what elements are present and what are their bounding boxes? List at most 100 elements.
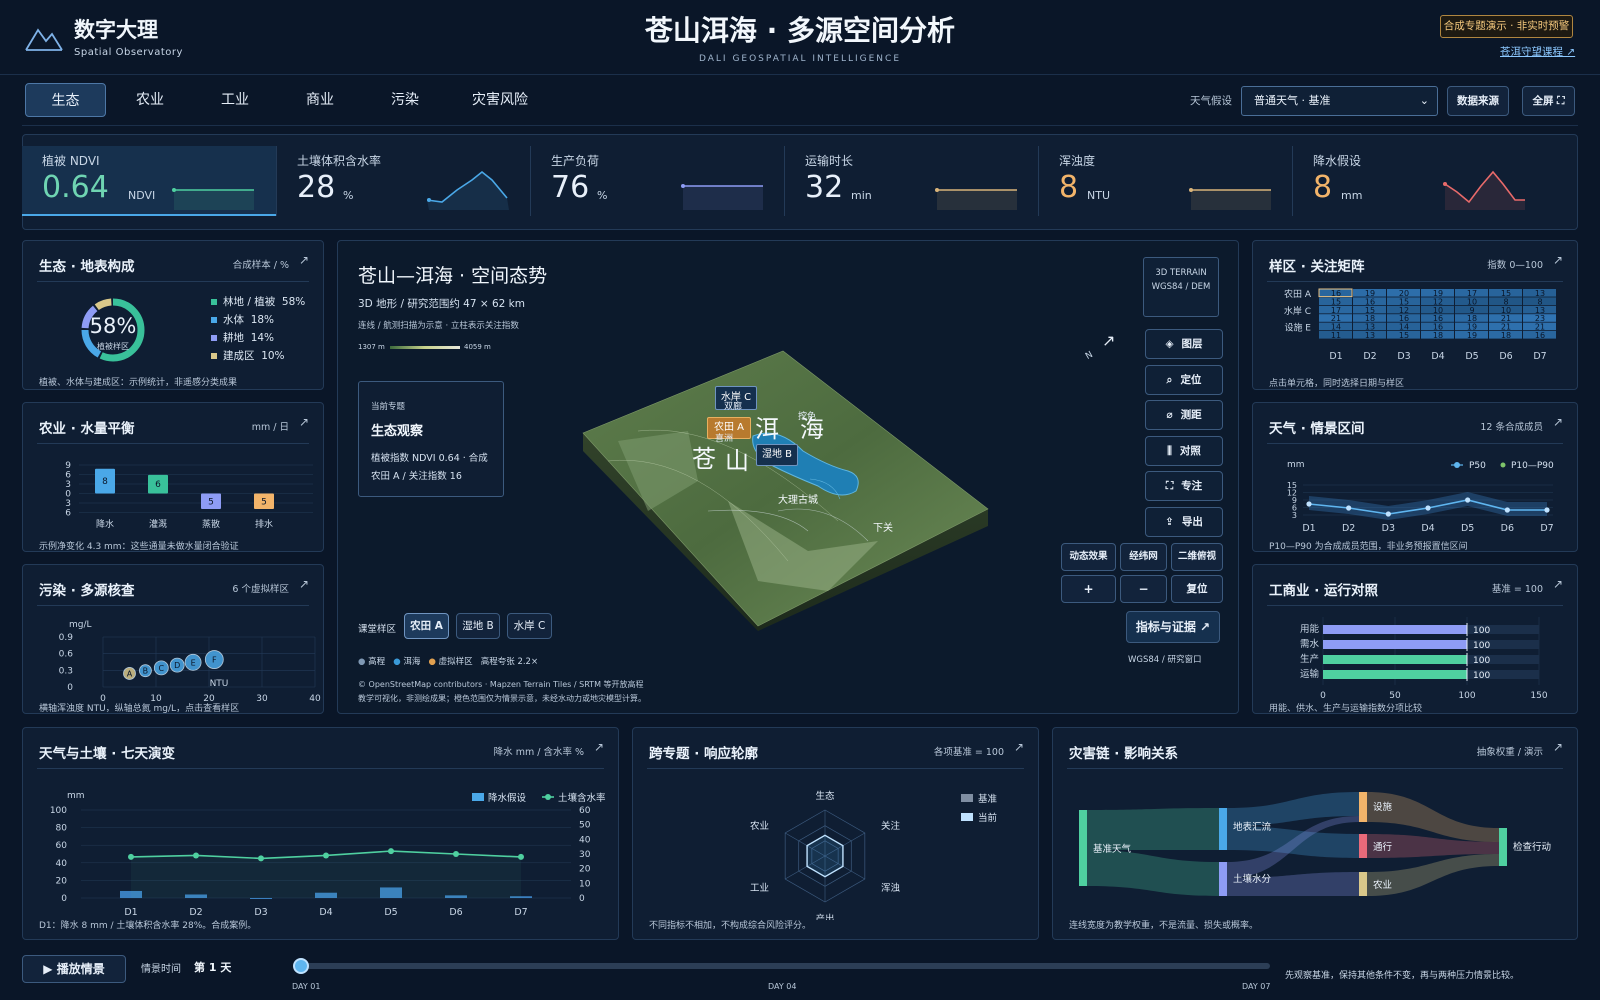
zoom-out-button[interactable]: −	[1120, 575, 1167, 603]
kpi-sparkline	[1443, 170, 1525, 210]
kpi-sparkline	[1189, 188, 1271, 210]
p50-point	[1346, 505, 1352, 511]
legend-base-icon	[961, 794, 973, 802]
zoom-in-button[interactable]: +	[1061, 575, 1116, 603]
map-subtitle: 3D 地形 / 研究范围约 47 × 62 km	[358, 298, 525, 310]
tab-commerce[interactable]: 商业	[290, 83, 350, 117]
measure-button[interactable]: ⌀ 测距	[1145, 400, 1223, 430]
industry-bar	[1323, 640, 1467, 649]
expand-icon[interactable]: ↗	[1553, 740, 1563, 754]
matrix-title: 样区 · 关注矩阵	[1269, 259, 1365, 275]
industry-panel: 工商业 · 运行对照 基准 = 100 ↗ 0 50 100 150 用能 100 需水 10…	[1252, 564, 1578, 714]
legend-rain-label: 降水假设	[488, 792, 527, 804]
kpi-card[interactable]: 降水假设 8 mm	[1292, 146, 1546, 216]
x-tick-label: D1	[1302, 523, 1315, 534]
layers-button[interactable]: ◈ 图层	[1145, 329, 1223, 359]
bar-label: 用能	[1300, 623, 1320, 635]
sample-shidi-b-button[interactable]: 湿地 B	[456, 613, 500, 639]
y-tick-label: 3	[65, 499, 71, 509]
timeline-track[interactable]	[300, 963, 1270, 969]
focus-button[interactable]: ⛶ 专注	[1145, 471, 1223, 501]
export-button[interactable]: ⇪ 导出	[1145, 506, 1223, 537]
sample-nongtian-a-button[interactable]: 农田 A	[404, 613, 449, 639]
data-source-button[interactable]: 数据来源	[1447, 86, 1509, 116]
kpi-unit: %	[597, 189, 608, 202]
pollution-unit: 6 个虚拟样区	[232, 584, 289, 595]
heatmap-col-label: D4	[1431, 351, 1444, 362]
legend-soil-label: 土壤含水率	[558, 792, 606, 804]
bar-label: 生产	[1300, 653, 1319, 665]
p50-point	[1425, 505, 1431, 511]
theme-card-title: 生态观察	[371, 424, 424, 439]
kpi-value: 76	[551, 170, 590, 205]
course-link[interactable]: 苍洱守望课程 ↗	[1500, 44, 1575, 59]
tab-pollution[interactable]: 污染	[375, 83, 435, 117]
radar-axis-label: 工业	[750, 883, 769, 894]
pollution-footnote: 横轴浑浊度 NTU，纵轴总氮 mg/L，点击查看样区	[39, 704, 240, 713]
heatmap-value: 18	[1501, 331, 1511, 340]
heatmap-value: 13	[1365, 331, 1375, 340]
compare-button[interactable]: ⫼ 对照	[1145, 435, 1223, 466]
elevation-scale-max: 4059 m	[464, 343, 491, 351]
soil-point	[453, 851, 459, 857]
place-er: 洱	[755, 415, 779, 443]
play-scenario-button[interactable]: ▶ 播放情景	[22, 955, 126, 983]
top-down-view-button[interactable]: 二维俯视	[1171, 543, 1223, 571]
marker-shidi-b[interactable]: 湿地 B	[756, 444, 798, 466]
elevation-scale-bar	[390, 346, 460, 349]
map-title: 苍山—洱海 · 空间态势	[358, 265, 548, 287]
graticule-button[interactable]: 经纬网	[1120, 543, 1167, 571]
x-tick-label: 0	[1320, 691, 1326, 701]
kpi-card[interactable]: 土壤体积含水率 28 %	[276, 146, 530, 216]
heatmap-row-label: 水岸 C	[1284, 305, 1311, 317]
heatmap-col-label: D2	[1363, 351, 1376, 362]
x-tick-label: 150	[1530, 691, 1547, 701]
kpi-card[interactable]: 生产负荷 76 %	[530, 146, 784, 216]
eco-legend-item: 建成区 10%	[211, 348, 285, 363]
kpi-card[interactable]: 植被 NDVI 0.64 NDVI	[22, 146, 276, 216]
kpi-sparkline	[427, 170, 509, 210]
expand-icon[interactable]: ↗	[594, 740, 604, 754]
pollution-title: 污染 · 多源核查	[39, 583, 135, 599]
radar-unit: 各项基准 = 100	[933, 747, 1004, 758]
p50-point	[1504, 507, 1510, 513]
tab-agriculture[interactable]: 农业	[120, 83, 180, 117]
reset-view-button[interactable]: 复位	[1171, 575, 1223, 603]
legend-elevation: 高程	[368, 657, 386, 667]
sankey-node	[1499, 828, 1507, 866]
expand-icon[interactable]: ↗	[1553, 253, 1563, 267]
weather-select[interactable]: 普通天气 · 基准 ⌄	[1241, 86, 1438, 116]
kpi-card[interactable]: 浑浊度 8 NTU	[1038, 146, 1292, 216]
dynamic-effects-button[interactable]: 动态效果	[1061, 543, 1116, 571]
expand-icon[interactable]: ↗	[299, 253, 309, 267]
expand-icon[interactable]: ↗	[1014, 740, 1024, 754]
expand-icon[interactable]: ↗	[299, 415, 309, 429]
eco-legend-value: 18%	[250, 314, 275, 326]
heatmap-value: 18	[1433, 331, 1443, 340]
tab-ecology[interactable]: 生态	[25, 83, 106, 117]
radar-axis-label: 产出	[815, 913, 834, 920]
kpi-card[interactable]: 运输时长 32 min	[784, 146, 1038, 216]
sparkline-area	[427, 172, 509, 210]
legend-dot-icon: ●	[393, 657, 401, 667]
brand-subtitle: Spatial Observatory	[74, 47, 183, 58]
tab-industry[interactable]: 工业	[205, 83, 265, 117]
expand-icon[interactable]: ↗	[1553, 415, 1563, 429]
sparkline-dot	[681, 184, 685, 188]
terrain-badge: 3D TERRAIN WGS84 / DEM	[1143, 257, 1219, 317]
legend-dot-icon: ●	[428, 657, 436, 667]
sankey-unit: 抽象权重 / 演示	[1476, 747, 1543, 758]
indicators-evidence-button[interactable]: 指标与证据 ↗	[1126, 611, 1220, 643]
expand-icon[interactable]: ↗	[299, 577, 309, 591]
radar-base-polygon	[806, 834, 844, 878]
locate-button[interactable]: ⌕ 定位	[1145, 364, 1223, 395]
sparkline-dot	[427, 198, 431, 202]
tab-disaster-risk[interactable]: 灾害风险	[460, 83, 540, 117]
fullscreen-button[interactable]: 全屏 ⛶	[1522, 86, 1575, 116]
timeline-handle[interactable]	[293, 958, 309, 974]
expand-icon[interactable]: ↗	[1553, 577, 1563, 591]
sankey-node	[1359, 872, 1367, 896]
seven-title: 天气与土壤 · 七天演变	[39, 746, 176, 762]
sample-shuian-c-button[interactable]: 水岸 C	[507, 613, 552, 639]
attention-heatmap[interactable]: 16 19 20 19 17 15 13农田 A15 16 15 12 10 8 817 15 12 10 9 1…	[1253, 283, 1579, 373]
